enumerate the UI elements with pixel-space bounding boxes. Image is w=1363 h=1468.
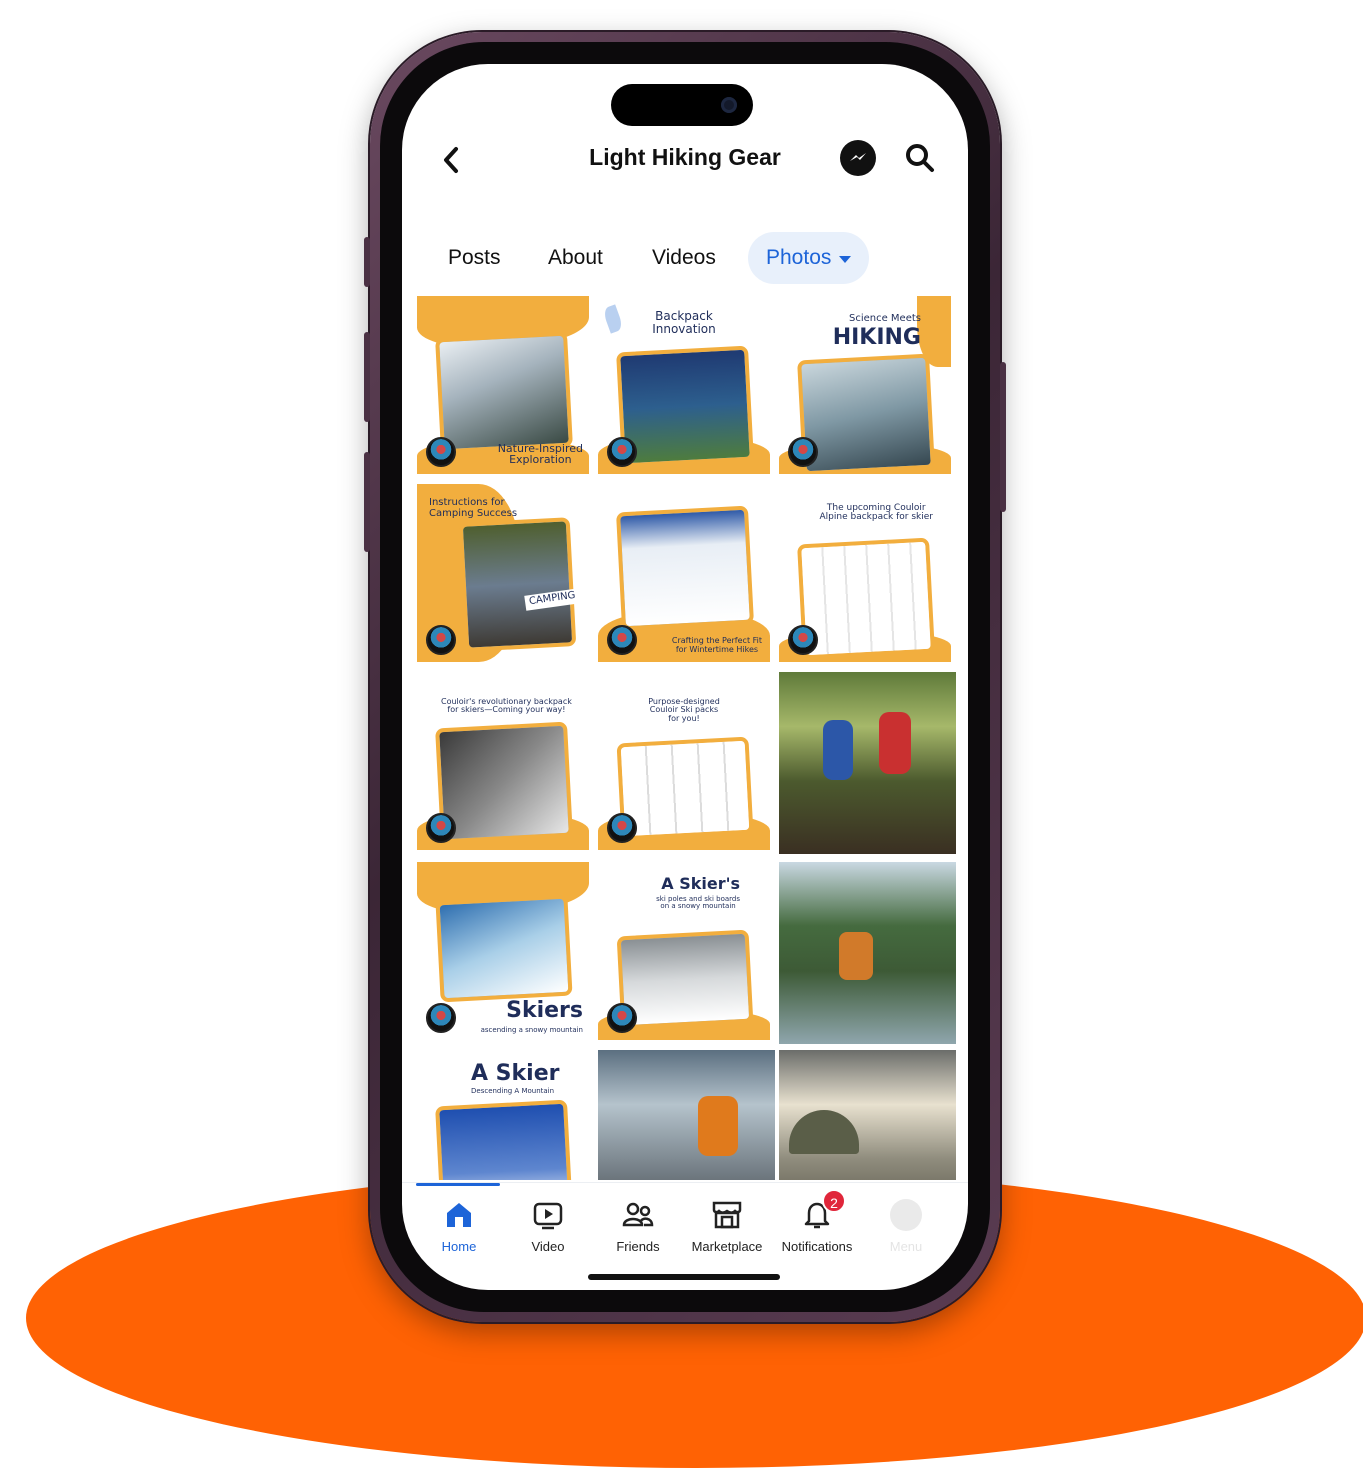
search-button[interactable] [902, 140, 938, 176]
photo-grid: Nature-Inspired Exploration Backpack Innov… [417, 296, 956, 1180]
brand-logo-icon [606, 812, 637, 843]
chevron-left-icon [444, 147, 458, 173]
power-button [1000, 362, 1006, 512]
home-icon [447, 1203, 471, 1227]
photo-tile[interactable] [598, 1050, 775, 1180]
photo-tile[interactable]: Purpose-designed Couloir Ski packs for you… [598, 672, 770, 850]
photo-frame [615, 505, 754, 631]
hiker-figure [698, 1096, 738, 1156]
phone-screen: Light Hiking Gear Posts About Videos Pho… [402, 64, 968, 1290]
menu-avatar-icon [890, 1199, 922, 1231]
photo-tile[interactable] [779, 1050, 956, 1180]
nav-friends-label: Friends [616, 1239, 660, 1254]
nav-friends[interactable]: Friends [593, 1195, 683, 1254]
nav-video-label: Video [531, 1239, 565, 1254]
tile-caption: Crafting the Perfect Fit for Wintertime H… [671, 636, 762, 654]
brand-logo-icon [606, 624, 637, 655]
photo-tile[interactable]: Backpack Innovation [598, 296, 770, 474]
tab-posts[interactable]: Posts [448, 232, 501, 284]
camera-icon [721, 97, 737, 113]
home-indicator[interactable] [588, 1274, 780, 1280]
photo-image [598, 1050, 775, 1180]
volume-down-button [364, 452, 370, 552]
tab-videos[interactable]: Videos [652, 232, 716, 284]
hiker-figure [879, 712, 911, 774]
nav-home-label: Home [441, 1239, 477, 1254]
caret-down-icon [839, 255, 852, 263]
tab-photos-label: Photos [766, 246, 832, 269]
page-tabs: Posts About Videos Photos [402, 232, 968, 286]
tile-caption: Instructions for Camping Success [429, 497, 518, 519]
photo-frame [616, 736, 753, 841]
photo-tile[interactable]: Couloir's revolutionary backpack for skie… [417, 672, 589, 850]
brand-logo-icon [425, 1002, 456, 1033]
tile-caption: Couloir's revolutionary backpack for skie… [441, 697, 572, 715]
nav-notifications[interactable]: 2 Notifications [772, 1189, 862, 1254]
tile-caption: Backpack Innovation [652, 309, 716, 336]
brand-logo-icon [606, 1002, 637, 1033]
hiker-figure [839, 932, 873, 980]
mute-switch [364, 237, 370, 287]
page-header: Light Hiking Gear [402, 134, 968, 194]
video-icon [533, 1202, 563, 1230]
photo-tile[interactable]: Crafting the Perfect Fit for Wintertime H… [598, 484, 770, 662]
photo-frame [435, 894, 572, 1002]
tile-caption: The upcoming Couloir Alpine backpack for … [819, 503, 933, 523]
photo-tile[interactable]: Nature-Inspired Exploration [417, 296, 589, 474]
page-title: Light Hiking Gear [589, 144, 781, 170]
volume-up-button [364, 332, 370, 422]
photo-tile[interactable]: A Skier's ski poles and ski boards on a s… [598, 862, 770, 1040]
brand-logo-icon [787, 624, 818, 655]
active-tab-indicator [416, 1183, 500, 1186]
tile-caption-big: A Skier [471, 1061, 560, 1086]
tile-caption-big: A Skier's [661, 874, 740, 893]
photo-tile[interactable]: Science Meets HIKING [779, 296, 951, 474]
brand-logo-icon [606, 436, 637, 467]
brand-logo-icon [425, 624, 456, 655]
bottom-nav: Home Video Friends Marketplace 2 Notific… [402, 1182, 968, 1263]
nav-marketplace-label: Marketplace [691, 1239, 763, 1254]
nav-video[interactable]: Video [503, 1195, 593, 1254]
nav-menu-label: Menu [889, 1239, 923, 1254]
nav-menu[interactable]: Menu [861, 1195, 951, 1254]
tab-photos[interactable]: Photos [748, 232, 870, 284]
nav-home[interactable]: Home [414, 1195, 504, 1254]
photo-tile[interactable]: Instructions for Camping Success CAMPING [417, 484, 589, 662]
tab-about[interactable]: About [548, 232, 603, 284]
nav-marketplace[interactable]: Marketplace [682, 1195, 772, 1254]
search-icon [906, 144, 934, 172]
tile-caption-big: Skiers [506, 997, 583, 1023]
messenger-button[interactable] [840, 140, 876, 176]
nav-notifications-label: Notifications [781, 1239, 853, 1254]
tile-caption-small: ascending a snowy mountain [480, 1025, 583, 1034]
photo-tile[interactable]: Skiers ascending a snowy mountain [417, 862, 589, 1040]
brand-logo-icon [425, 436, 456, 467]
tile-caption: Nature-Inspired Exploration [497, 441, 583, 467]
brand-logo-icon [425, 812, 456, 843]
messenger-icon [850, 153, 866, 161]
photo-frame [616, 929, 753, 1031]
phone-frame: Light Hiking Gear Posts About Videos Pho… [364, 32, 1006, 1322]
tile-caption-small: ski poles and ski boards on a snowy mount… [656, 895, 740, 911]
photo-frame [458, 516, 577, 652]
photo-tile[interactable]: A Skier Descending A Mountain [417, 1050, 589, 1180]
marketplace-icon [712, 1201, 742, 1229]
photo-frame [434, 1100, 573, 1180]
photo-image [779, 672, 956, 854]
photo-tile[interactable] [779, 672, 956, 854]
hiker-figure [823, 720, 853, 780]
back-button[interactable] [436, 140, 466, 180]
photo-tile[interactable] [779, 862, 956, 1044]
tile-caption-small: Descending A Mountain [471, 1087, 555, 1095]
tile-caption: Purpose-designed Couloir Ski packs for you… [648, 697, 720, 723]
brand-logo-icon [787, 436, 818, 467]
tile-caption-small: Science Meets [848, 313, 921, 324]
tile-caption-big: HIKING [832, 325, 921, 350]
friends-icon [622, 1202, 654, 1227]
dynamic-island [611, 84, 753, 126]
photo-frame [434, 331, 573, 454]
notification-badge: 2 [822, 1189, 846, 1213]
photo-tile[interactable]: The upcoming Couloir Alpine backpack for … [779, 484, 951, 662]
